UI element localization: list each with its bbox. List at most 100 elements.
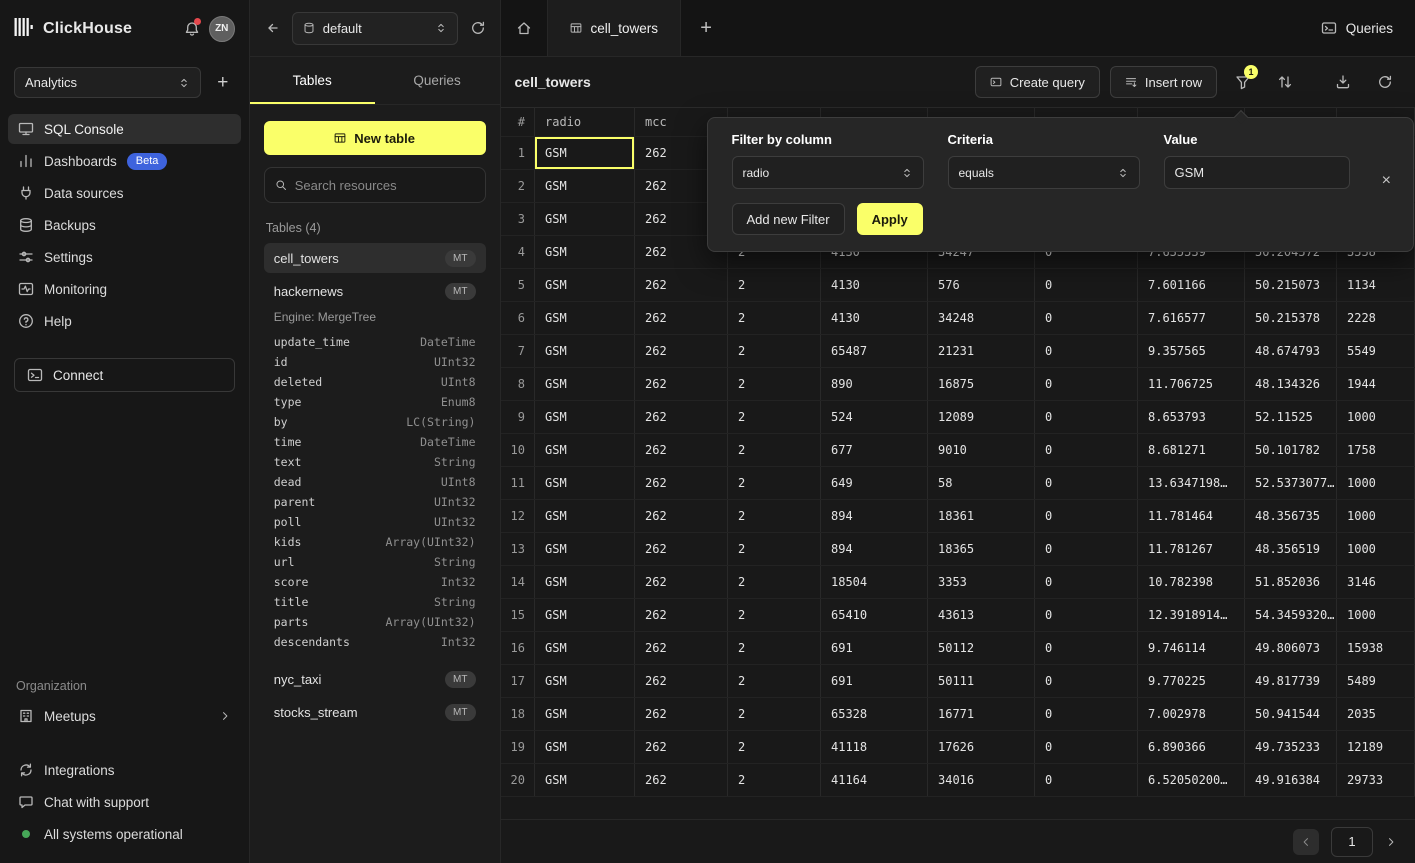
data-cell[interactable]: 6.890366 (1138, 731, 1245, 764)
data-cell[interactable]: GSM (535, 731, 635, 764)
data-cell[interactable]: 12189 (1337, 731, 1415, 764)
data-cell[interactable]: 2 (728, 566, 821, 599)
data-cell[interactable]: 7.616577 (1138, 302, 1245, 335)
refresh-icon[interactable] (1369, 66, 1401, 98)
sidebar-item-backups[interactable]: Backups (8, 210, 241, 240)
avatar[interactable]: ZN (209, 16, 235, 42)
data-cell[interactable]: 2 (728, 731, 821, 764)
data-cell[interactable]: 262 (635, 566, 728, 599)
data-cell[interactable]: 18361 (928, 500, 1035, 533)
sort-icon[interactable] (1269, 66, 1301, 98)
data-cell[interactable]: 41118 (821, 731, 928, 764)
table-item-hackernews[interactable]: hackernews MT (264, 276, 486, 306)
data-cell[interactable]: 1000 (1337, 599, 1415, 632)
data-cell[interactable]: 49.735233 (1245, 731, 1337, 764)
data-cell[interactable]: 0 (1035, 533, 1138, 566)
data-cell[interactable]: 0 (1035, 269, 1138, 302)
data-cell[interactable]: 49.806073 (1245, 632, 1337, 665)
data-cell[interactable]: 12.3918914… (1138, 599, 1245, 632)
data-cell[interactable]: 1000 (1337, 467, 1415, 500)
tab-queries[interactable]: Queries (375, 57, 500, 104)
row-number[interactable]: 15 (501, 599, 535, 632)
data-cell[interactable]: GSM (535, 566, 635, 599)
data-cell[interactable]: 262 (635, 533, 728, 566)
data-cell[interactable]: 2 (728, 500, 821, 533)
data-cell[interactable]: GSM (535, 137, 635, 170)
table-item-cell-towers[interactable]: cell_towers MT (264, 243, 486, 273)
tab-tables[interactable]: Tables (250, 57, 375, 104)
system-status[interactable]: All systems operational (8, 819, 241, 849)
row-number[interactable]: 10 (501, 434, 535, 467)
data-cell[interactable]: GSM (535, 236, 635, 269)
filter-icon[interactable]: 1 (1227, 66, 1259, 98)
data-cell[interactable]: 524 (821, 401, 928, 434)
sidebar-item-integrations[interactable]: Integrations (8, 755, 241, 785)
row-number[interactable]: 11 (501, 467, 535, 500)
sidebar-item-help[interactable]: Help (8, 306, 241, 336)
add-filter-button[interactable]: Add new Filter (732, 203, 845, 235)
data-cell[interactable]: 262 (635, 269, 728, 302)
data-cell[interactable]: 2035 (1337, 698, 1415, 731)
data-cell[interactable]: 0 (1035, 368, 1138, 401)
sidebar-item-dashboards[interactable]: Dashboards Beta (8, 146, 241, 176)
data-cell[interactable]: 0 (1035, 500, 1138, 533)
data-cell[interactable]: 894 (821, 533, 928, 566)
data-cell[interactable]: 262 (635, 434, 728, 467)
sidebar-item-sql-console[interactable]: SQL Console (8, 114, 241, 144)
data-cell[interactable]: 48.134326 (1245, 368, 1337, 401)
data-cell[interactable]: GSM (535, 203, 635, 236)
data-cell[interactable]: 691 (821, 665, 928, 698)
row-number[interactable]: 19 (501, 731, 535, 764)
data-cell[interactable]: 0 (1035, 302, 1138, 335)
prev-page-button[interactable] (1293, 829, 1319, 855)
data-cell[interactable]: GSM (535, 368, 635, 401)
row-number[interactable]: 9 (501, 401, 535, 434)
data-cell[interactable]: 15938 (1337, 632, 1415, 665)
data-cell[interactable]: 262 (635, 698, 728, 731)
row-number[interactable]: 17 (501, 665, 535, 698)
data-cell[interactable]: 4130 (821, 269, 928, 302)
data-cell[interactable]: 2 (728, 533, 821, 566)
data-cell[interactable]: 50.941544 (1245, 698, 1337, 731)
sidebar-item-meetups[interactable]: Meetups (8, 701, 241, 731)
refresh-icon[interactable] (470, 20, 486, 36)
data-cell[interactable]: 58 (928, 467, 1035, 500)
data-cell[interactable]: 5549 (1337, 335, 1415, 368)
new-tab-button[interactable]: + (681, 0, 731, 56)
data-cell[interactable]: 2 (728, 665, 821, 698)
data-cell[interactable]: 1000 (1337, 500, 1415, 533)
data-cell[interactable]: 0 (1035, 401, 1138, 434)
data-cell[interactable]: 11.781464 (1138, 500, 1245, 533)
data-cell[interactable]: 48.356519 (1245, 533, 1337, 566)
data-cell[interactable]: GSM (535, 401, 635, 434)
data-cell[interactable]: 2 (728, 467, 821, 500)
workspace-select[interactable]: Analytics (14, 67, 201, 98)
data-cell[interactable]: 2 (728, 698, 821, 731)
data-cell[interactable]: 13.6347198… (1138, 467, 1245, 500)
row-number[interactable]: 7 (501, 335, 535, 368)
data-cell[interactable]: GSM (535, 533, 635, 566)
data-cell[interactable]: 8.681271 (1138, 434, 1245, 467)
notifications-bell-icon[interactable] (184, 21, 200, 37)
data-cell[interactable]: GSM (535, 698, 635, 731)
data-cell[interactable]: 2 (728, 368, 821, 401)
data-cell[interactable]: 50112 (928, 632, 1035, 665)
data-cell[interactable]: 691 (821, 632, 928, 665)
column-header[interactable]: # (501, 108, 535, 137)
data-cell[interactable]: 9.357565 (1138, 335, 1245, 368)
sidebar-item-data-sources[interactable]: Data sources (8, 178, 241, 208)
row-number[interactable]: 5 (501, 269, 535, 302)
data-cell[interactable]: 7.002978 (1138, 698, 1245, 731)
download-icon[interactable] (1327, 66, 1359, 98)
row-number[interactable]: 20 (501, 764, 535, 797)
data-cell[interactable]: 0 (1035, 599, 1138, 632)
data-cell[interactable]: 1000 (1337, 533, 1415, 566)
data-cell[interactable]: 11.706725 (1138, 368, 1245, 401)
data-cell[interactable]: 262 (635, 467, 728, 500)
queries-button[interactable]: Queries (1321, 20, 1393, 36)
data-cell[interactable]: GSM (535, 632, 635, 665)
data-cell[interactable]: 894 (821, 500, 928, 533)
data-cell[interactable]: 49.817739 (1245, 665, 1337, 698)
sidebar-item-chat-support[interactable]: Chat with support (8, 787, 241, 817)
data-cell[interactable]: 9010 (928, 434, 1035, 467)
